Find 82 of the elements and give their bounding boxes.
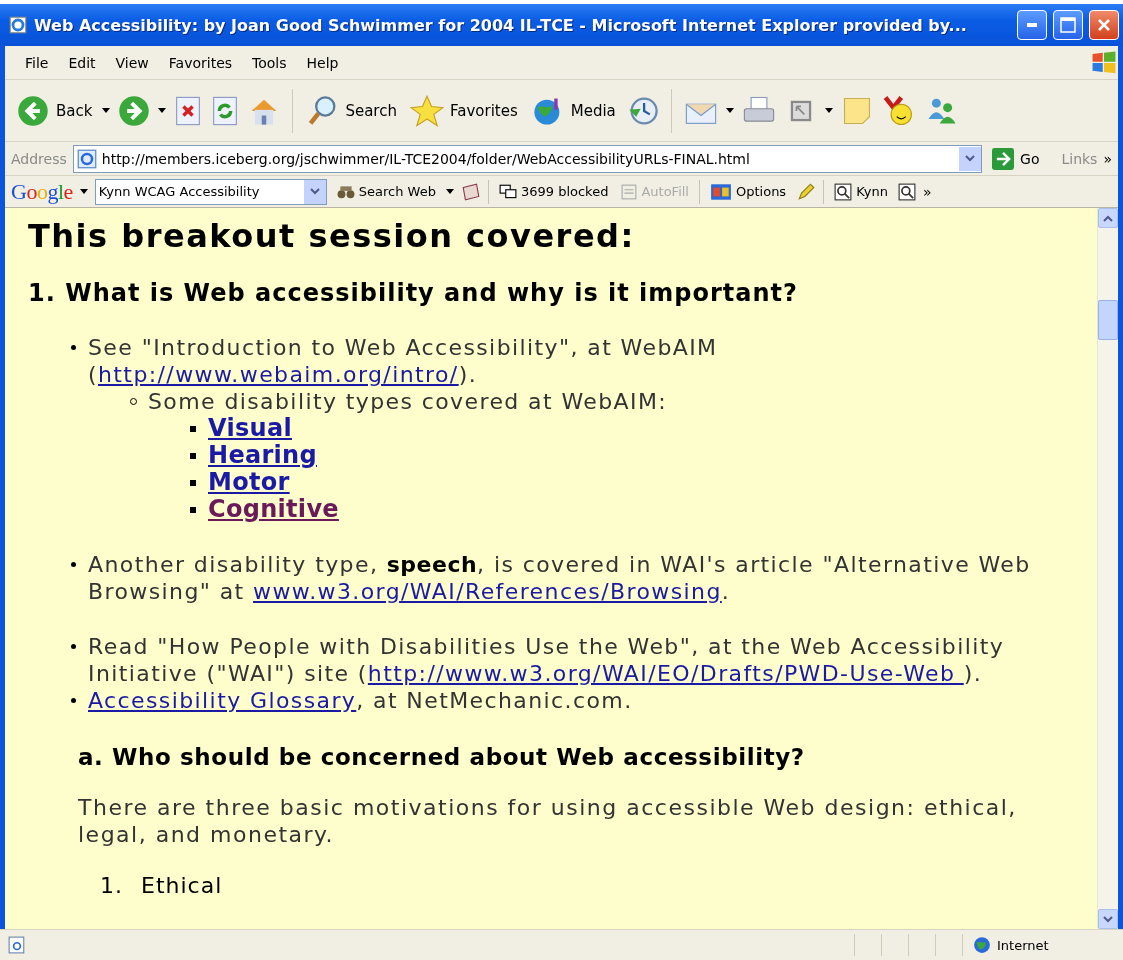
close-button[interactable] — [1089, 10, 1119, 40]
list-item-text: Some disability types covered at WebAIM: — [148, 388, 668, 415]
more-button[interactable]: » — [1103, 150, 1112, 167]
windows-logo-icon — [1090, 49, 1118, 76]
bullet-icon — [190, 452, 196, 459]
menu-item[interactable]: Help — [296, 54, 349, 71]
mail-menu-caret-icon[interactable] — [725, 108, 734, 113]
menu-item[interactable]: File — [15, 54, 59, 71]
binoculars-icon[interactable] — [336, 183, 355, 200]
bullet-icon — [190, 506, 196, 513]
list-item-text: Another disability type, speech, is covered in WAI's article "Alternative Web Browsing" at www.w3.org/WAI/References/Browsing. — [88, 551, 1032, 605]
search-field[interactable]: Kynn WCAG Accessibility — [94, 178, 327, 205]
list-item-text: Read "How People with Disabilities Use the Web", at the Web Accessibility Initiative ("WAI") site (http://www.w3.org/WAI/EO/Drafts/PWD-Use-Web ). — [88, 633, 1006, 687]
maximize-button[interactable] — [1053, 10, 1083, 40]
google-menu-caret-icon[interactable] — [79, 189, 88, 194]
dropdown-button[interactable] — [959, 146, 982, 171]
more-button[interactable]: » — [922, 183, 932, 200]
options-icon[interactable] — [710, 182, 732, 201]
link[interactable]: Cognitive — [208, 495, 339, 523]
popup-blocker-button[interactable]: 3699 blocked — [495, 183, 612, 200]
address-label: Address — [11, 150, 67, 167]
close-icon[interactable] — [1097, 18, 1111, 32]
search-button[interactable]: Search — [304, 91, 400, 130]
go-button[interactable]: Go — [988, 147, 1056, 170]
pencil-icon[interactable] — [796, 182, 817, 201]
menu-item[interactable]: Favorites — [158, 54, 243, 71]
search-web-button[interactable]: Search Web — [333, 183, 439, 200]
forward-icon[interactable] — [117, 93, 152, 128]
kynn-button[interactable]: Kynn — [831, 182, 891, 201]
minimize-button[interactable] — [1017, 10, 1047, 40]
chevron-down-icon[interactable] — [1103, 915, 1113, 923]
window-title: Web Accessibility: by Joan Good Schwimmer for 2004 IL-TCE - Microsoft Internet Explorer provided by... — [34, 15, 968, 35]
menu-item[interactable]: Edit — [58, 54, 106, 71]
favorites-button[interactable]: Favorites — [406, 91, 521, 130]
chevron-down-icon[interactable] — [965, 155, 976, 162]
globe-icon — [973, 936, 991, 954]
scroll-thumb[interactable] — [1098, 300, 1118, 340]
bullet-icon — [70, 562, 76, 567]
magnifier-icon[interactable] — [897, 182, 916, 201]
link[interactable]: www.w3.org/WAI/References/Browsing — [253, 579, 722, 604]
list-item-text: See "Introduction to Web Accessibility", at WebAIM (http://www.webaim.org/intro/). — [88, 334, 719, 388]
chevron-up-icon[interactable] — [1103, 214, 1113, 222]
page-icon — [76, 148, 97, 169]
forward-menu-caret-icon[interactable] — [158, 108, 167, 113]
address-field[interactable]: http://members.iceberg.org/jschwimmer/IL-TCE2004/folder/WebAccessibilityURLs-FINAL.html — [72, 144, 983, 173]
section-heading: 1. What is Web accessibility and why is it important? — [28, 278, 799, 308]
options-button[interactable]: Options — [707, 182, 790, 201]
search-web-caret-icon[interactable] — [445, 189, 454, 194]
bullet-icon — [70, 345, 76, 350]
bullet-icon — [190, 425, 196, 432]
google-logo[interactable]: Google — [11, 178, 73, 205]
link[interactable]: Visual — [208, 414, 292, 442]
page-heading: This breakout session covered: — [28, 216, 636, 256]
media-button[interactable]: Media — [527, 91, 619, 130]
security-zone: Internet — [997, 937, 1049, 953]
menu-item[interactable]: View — [105, 54, 159, 71]
menu-item[interactable]: Tools — [242, 54, 297, 71]
dropdown-button[interactable] — [303, 179, 326, 204]
page-icon — [8, 936, 26, 954]
back-menu-caret-icon[interactable] — [102, 108, 111, 113]
magnifier-icon[interactable] — [834, 182, 853, 201]
link[interactable]: http://www.webaim.org/intro/ — [98, 362, 459, 387]
list-item-text: Accessibility Glossary, at NetMechanic.com. — [88, 687, 633, 714]
back-button[interactable]: Back — [13, 91, 96, 130]
link[interactable]: Hearing — [208, 441, 317, 469]
list-number: 1. — [100, 872, 123, 899]
subsection-heading: a. Who should be concerned about Web accessibility? — [78, 743, 806, 772]
chevron-down-icon[interactable] — [309, 188, 320, 195]
bullet-icon — [70, 698, 76, 703]
windows-icon[interactable] — [498, 183, 517, 200]
bullet-icon — [190, 479, 196, 486]
maximize-icon[interactable] — [1060, 17, 1076, 33]
star-icon[interactable] — [409, 93, 444, 128]
link[interactable]: Motor — [208, 468, 290, 496]
scrollbar[interactable] — [1097, 208, 1118, 929]
link[interactable]: http://www.w3.org/WAI/EO/Drafts/PWD-Use-Web — [367, 661, 964, 686]
paragraph: There are three basic motivations for using accessible Web design: ethical, legal, and monetary. — [78, 794, 1018, 848]
list-item-text: Ethical — [141, 872, 223, 899]
link[interactable]: Accessibility Glossary — [88, 688, 357, 713]
bullet-icon — [70, 644, 76, 649]
browser-icon — [8, 15, 28, 35]
edit-menu-caret-icon[interactable] — [824, 108, 833, 113]
